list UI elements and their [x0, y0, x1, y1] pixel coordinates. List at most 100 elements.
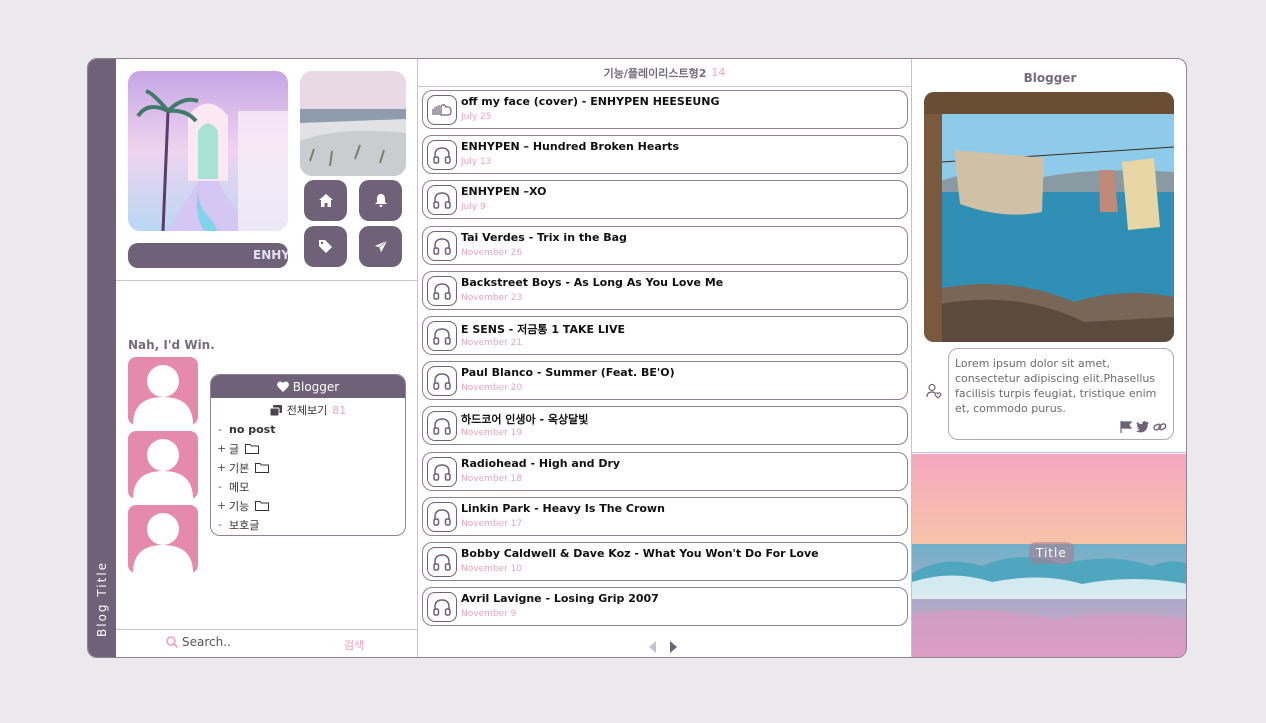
track-item[interactable]: Bobby Caldwell & Dave Koz - What You Won… — [422, 542, 908, 581]
twitter-icon[interactable] — [1136, 421, 1149, 433]
headphones-icon — [427, 502, 457, 532]
category-label: 보호글 — [229, 518, 260, 532]
category-label: no post — [229, 423, 276, 436]
search-bar: 검색 — [116, 629, 418, 657]
category-box: Blogger 전체보기 81 - no post + 글 + 기본 - 메모 … — [210, 374, 406, 536]
category-header-label: Blogger — [292, 379, 340, 394]
track-title: Linkin Park - Heavy Is The Crown — [461, 502, 665, 515]
track-title: 하드코어 인생아 - 옥상달빛 — [461, 413, 589, 426]
follow-user-button[interactable] — [926, 383, 942, 403]
next-page-button[interactable] — [668, 641, 678, 653]
notification-button[interactable] — [359, 180, 402, 221]
headphones-icon — [427, 457, 457, 487]
beach-dunes-image — [300, 71, 406, 176]
profile-area: Blogger Lorem ipsum dolor sit amet, cons… — [912, 59, 1186, 453]
track-date: November 20 — [461, 383, 523, 393]
image-title-badge[interactable]: Title — [1029, 542, 1074, 564]
user-heart-icon — [926, 383, 942, 399]
track-item[interactable]: ENHYPEN –XO July 9 — [422, 180, 908, 219]
playlist-header: 기능/플레이리스트형2 14 — [418, 59, 911, 87]
seaside-laundry-image — [924, 92, 1174, 342]
category-item[interactable]: - no post — [217, 420, 405, 439]
side-spine: Blog Title — [88, 59, 116, 657]
track-date: July 25 — [461, 112, 492, 122]
track-title: ENHYPEN –XO — [461, 185, 547, 198]
category-item[interactable]: - 메모 — [217, 477, 405, 496]
track-item[interactable]: Backstreet Boys - As Long As You Love Me… — [422, 271, 908, 310]
pagination — [648, 641, 678, 653]
paper-plane-icon — [373, 240, 388, 253]
search-input[interactable] — [182, 635, 282, 649]
track-date: November 19 — [461, 428, 523, 438]
avatar[interactable] — [128, 357, 198, 425]
category-label: 기본 — [229, 461, 250, 475]
avatar[interactable] — [128, 505, 198, 573]
home-button[interactable] — [304, 180, 347, 221]
track-date: November 17 — [461, 519, 523, 529]
track-title: E SENS - 저금통 1 TAKE LIVE — [461, 323, 625, 336]
track-title: Avril Lavigne - Losing Grip 2007 — [461, 592, 659, 605]
category-item[interactable]: + 기본 — [217, 458, 405, 477]
track-item[interactable]: ENHYPEN – Hundred Broken Hearts July 13 — [422, 135, 908, 174]
copy-icon — [269, 404, 282, 416]
sunset-sea-image: Title — [912, 454, 1186, 657]
headphones-icon — [427, 231, 457, 261]
category-mark: + — [217, 499, 227, 512]
prev-page-button[interactable] — [648, 641, 658, 653]
playlist-count: 14 — [711, 66, 726, 79]
category-item[interactable]: + 기능 — [217, 496, 405, 515]
profile-title: Blogger — [1023, 71, 1077, 85]
track-date: November 23 — [461, 293, 523, 303]
track-title: Radiohead - High and Dry — [461, 457, 621, 470]
search-button[interactable]: 검색 — [344, 637, 364, 653]
gallery-area: ENHYPEN — [116, 59, 418, 281]
tag-button[interactable] — [304, 226, 347, 267]
track-item[interactable]: 하드코어 인생아 - 옥상달빛 November 19 — [422, 406, 908, 445]
search-icon — [166, 636, 178, 648]
track-date: November 18 — [461, 474, 523, 484]
send-button[interactable] — [359, 226, 402, 267]
track-item[interactable]: Tai Verdes - Trix in the Bag November 26 — [422, 226, 908, 265]
category-mark: - — [218, 518, 222, 531]
headphones-icon — [427, 140, 457, 170]
blog-title[interactable]: Blog Title — [95, 561, 109, 637]
track-title: Bobby Caldwell & Dave Koz - What You Won… — [461, 547, 819, 560]
category-mark: + — [217, 461, 227, 474]
track-item[interactable]: off my face (cover) - ENHYPEN HEESEUNG J… — [422, 90, 908, 129]
blog-frame: Blog Title ENH Nah, I'd Win. Blogger 전체보… — [87, 58, 1187, 658]
headphones-icon — [427, 547, 457, 577]
track-date: November 10 — [461, 564, 523, 574]
heart-icon — [276, 381, 289, 392]
chevron-left-icon — [649, 641, 656, 653]
track-item[interactable]: Radiohead - High and Dry November 18 — [422, 452, 908, 491]
search-field — [166, 635, 282, 649]
track-item[interactable]: Avril Lavigne - Losing Grip 2007 Novembe… — [422, 587, 908, 626]
category-item[interactable]: - 보호글 — [217, 515, 405, 534]
tag-icon — [319, 240, 332, 253]
track-item[interactable]: E SENS - 저금통 1 TAKE LIVE November 21 — [422, 316, 908, 355]
category-label: 기능 — [229, 499, 250, 513]
track-date: July 9 — [461, 202, 486, 212]
playlist-title[interactable]: 기능/플레이리스트형2 — [604, 65, 707, 81]
folder-icon — [255, 501, 270, 511]
avatar[interactable] — [128, 431, 198, 499]
track-title: off my face (cover) - ENHYPEN HEESEUNG — [461, 95, 720, 108]
dreamy-hallway-image — [128, 71, 288, 231]
track-item[interactable]: Paul Blanco - Summer (Feat. BE'O) Novemb… — [422, 361, 908, 400]
folder-icon — [255, 463, 270, 473]
marquee-bar: ENHYPEN — [128, 243, 288, 268]
view-all-link[interactable]: 전체보기 81 — [211, 400, 405, 420]
category-list: - no post + 글 + 기본 - 메모 + 기능 - 보호글 — [217, 420, 405, 534]
link-icon[interactable] — [1153, 421, 1167, 433]
track-item[interactable]: Linkin Park - Heavy Is The Crown Novembe… — [422, 497, 908, 536]
bell-icon — [374, 194, 387, 207]
track-title: ENHYPEN – Hundred Broken Hearts — [461, 140, 679, 153]
flag-icon[interactable] — [1120, 421, 1132, 433]
category-header: Blogger — [211, 375, 405, 398]
headphones-icon — [427, 276, 457, 306]
category-item[interactable]: + 글 — [217, 439, 405, 458]
track-date: July 13 — [461, 157, 492, 167]
left-column: ENHYPEN Nah, I'd Win. — [116, 59, 418, 657]
view-all-label: 전체보기 — [286, 404, 328, 417]
folder-icon — [245, 444, 260, 454]
